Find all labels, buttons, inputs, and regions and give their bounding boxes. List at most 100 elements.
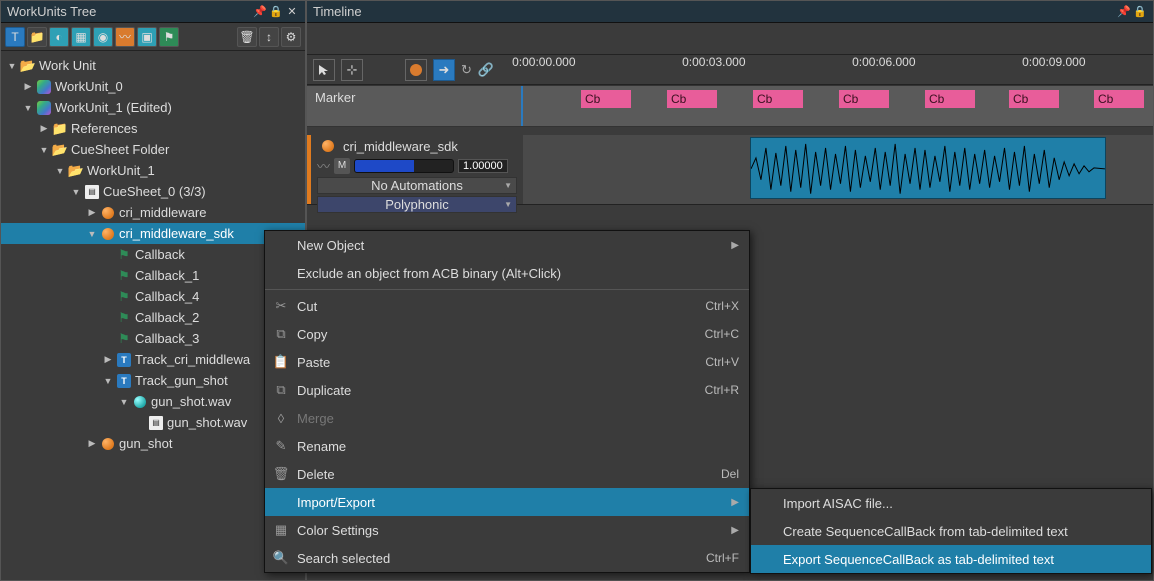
expand-toggle[interactable]: ▶ xyxy=(39,123,49,134)
tree-item[interactable]: ▼cri_middleware_sdk xyxy=(1,223,305,244)
audio-clip[interactable] xyxy=(750,137,1106,199)
menu-shortcut: Ctrl+F xyxy=(706,551,739,565)
menu-item[interactable]: Import/Export▶ xyxy=(265,488,749,516)
menu-item[interactable]: Create SequenceCallBack from tab-delimit… xyxy=(751,517,1151,545)
tool-icon-3[interactable]: ◉ xyxy=(93,27,113,47)
close-icon[interactable]: ✕ xyxy=(285,5,299,19)
mute-button[interactable]: M xyxy=(334,158,350,174)
auto-icon[interactable]: 〰 xyxy=(317,156,330,175)
expand-toggle[interactable]: ▼ xyxy=(39,145,49,155)
callback-marker[interactable]: Cb xyxy=(925,90,975,108)
callback-marker[interactable]: Cb xyxy=(839,90,889,108)
menu-item[interactable]: ⧉DuplicateCtrl+R xyxy=(265,376,749,404)
flag-tool-icon[interactable]: ⚑ xyxy=(159,27,179,47)
tree-item[interactable]: ▼📂WorkUnit_1 xyxy=(1,160,305,181)
play-button[interactable]: ➜ xyxy=(433,59,455,81)
expand-toggle[interactable]: ▶ xyxy=(23,81,33,92)
tree-item[interactable]: ⚑Callback xyxy=(1,244,305,265)
tree-item[interactable]: ⚑Callback_4 xyxy=(1,286,305,307)
loop-icon[interactable]: ↻ xyxy=(461,62,472,78)
callback-marker[interactable]: Cb xyxy=(753,90,803,108)
tree-item[interactable]: ▶TTrack_cri_middlewa xyxy=(1,349,305,370)
folder-tool-icon[interactable]: 📁 xyxy=(27,27,47,47)
tree-item[interactable]: ▼▤CueSheet_0 (3/3) xyxy=(1,181,305,202)
expand-toggle[interactable]: ▼ xyxy=(55,166,65,176)
menu-label: Import/Export xyxy=(297,495,723,510)
tree-item[interactable]: ▼TTrack_gun_shot xyxy=(1,370,305,391)
folder-icon: 📁 xyxy=(52,121,68,137)
menu-item[interactable]: Export SequenceCallBack as tab-delimited… xyxy=(751,545,1151,573)
sort-icon[interactable]: ↕ xyxy=(259,27,279,47)
menu-item[interactable]: ✂CutCtrl+X xyxy=(265,292,749,320)
expand-toggle[interactable]: ▼ xyxy=(87,229,97,239)
marker-lane[interactable]: Cb Cb Cb Cb Cb Cb Cb xyxy=(523,86,1153,126)
link-icon[interactable]: 🔗 xyxy=(478,62,494,78)
menu-item[interactable]: New Object▶ xyxy=(265,231,749,259)
expand-toggle[interactable]: ▶ xyxy=(103,354,113,365)
menu-icon: 🔍 xyxy=(273,550,289,566)
expand-toggle[interactable]: ▶ xyxy=(87,207,97,218)
lock-icon[interactable]: 🔒 xyxy=(1133,5,1147,19)
callback-marker[interactable]: Cb xyxy=(1009,90,1059,108)
tree-item[interactable]: ⚑Callback_2 xyxy=(1,307,305,328)
trash-icon[interactable]: 🗑 xyxy=(237,27,257,47)
menu-item[interactable]: Import AISAC file... xyxy=(751,489,1151,517)
automation-dropdown[interactable]: No Automations▼ xyxy=(317,177,517,194)
timeline-overview[interactable] xyxy=(307,23,1153,55)
menu-item[interactable]: 🔍Search selectedCtrl+F xyxy=(265,544,749,572)
menu-item[interactable]: ▦Color Settings▶ xyxy=(265,516,749,544)
folder-open-icon: 📂 xyxy=(68,163,84,179)
menu-item[interactable]: 🗑DeleteDel xyxy=(265,460,749,488)
callback-marker[interactable]: Cb xyxy=(581,90,631,108)
expand-toggle[interactable]: ▼ xyxy=(71,187,81,197)
tree-item[interactable]: ▼📂CueSheet Folder xyxy=(1,139,305,160)
tree-item[interactable]: ▶gun_shot xyxy=(1,433,305,454)
volume-slider[interactable] xyxy=(354,159,454,173)
expand-toggle[interactable]: ▼ xyxy=(23,103,33,113)
tree-item-label: cri_middleware xyxy=(119,205,206,220)
tree-item[interactable]: ▤gun_shot.wav xyxy=(1,412,305,433)
tool-icon-2[interactable]: ▦ xyxy=(71,27,91,47)
context-menu[interactable]: New Object▶Exclude an object from ACB bi… xyxy=(264,230,750,573)
tree-item[interactable]: ⚑Callback_1 xyxy=(1,265,305,286)
menu-item[interactable]: ✎Rename xyxy=(265,432,749,460)
callback-marker[interactable]: Cb xyxy=(667,90,717,108)
tree-item-label: Track_cri_middlewa xyxy=(135,352,250,367)
tree-item-label: gun_shot.wav xyxy=(151,394,231,409)
pointer-tool[interactable] xyxy=(313,59,335,81)
expand-toggle[interactable]: ▶ xyxy=(87,438,97,449)
tree-item[interactable]: ▼WorkUnit_1 (Edited) xyxy=(1,97,305,118)
file-icon: ▤ xyxy=(84,184,100,200)
volume-value[interactable]: 1.00000 xyxy=(458,159,508,173)
track-name: cri_middleware_sdk xyxy=(343,139,458,154)
menu-item[interactable]: Exclude an object from ACB binary (Alt+C… xyxy=(265,259,749,287)
tree-item[interactable]: ▼ gun_shot.wav xyxy=(1,391,305,412)
expand-toggle[interactable]: ▼ xyxy=(103,376,113,386)
submenu-import-export[interactable]: Import AISAC file...Create SequenceCallB… xyxy=(750,488,1152,574)
tree-item[interactable]: ⚑Callback_3 xyxy=(1,328,305,349)
record-button[interactable] xyxy=(405,59,427,81)
tree-item[interactable]: ▶WorkUnit_0 xyxy=(1,76,305,97)
gear-icon[interactable]: ⚙ xyxy=(281,27,301,47)
tree-item[interactable]: ▶📁References xyxy=(1,118,305,139)
text-tool-icon[interactable]: T xyxy=(5,27,25,47)
track-lane[interactable] xyxy=(523,135,1153,204)
tool-icon-4[interactable]: 〰 xyxy=(115,27,135,47)
expand-toggle[interactable]: ▼ xyxy=(7,61,17,71)
lock-icon[interactable]: 🔒 xyxy=(269,5,283,19)
menu-item[interactable]: ⧉CopyCtrl+C xyxy=(265,320,749,348)
workunits-tree[interactable]: ▼📂Work Unit▶WorkUnit_0▼WorkUnit_1 (Edite… xyxy=(1,51,305,580)
tool-icon-1[interactable]: ◐ xyxy=(49,27,69,47)
tree-item[interactable]: ▶ cri_middleware xyxy=(1,202,305,223)
menu-item[interactable]: 📋PasteCtrl+V xyxy=(265,348,749,376)
tool-icon-5[interactable]: ▣ xyxy=(137,27,157,47)
tree-item-label: Callback xyxy=(135,247,185,262)
pin-icon[interactable]: 📌 xyxy=(1117,5,1131,19)
tree-item[interactable]: ▼📂Work Unit xyxy=(1,55,305,76)
callback-marker[interactable]: Cb xyxy=(1094,90,1144,108)
expand-toggle[interactable]: ▼ xyxy=(119,397,129,407)
menu-label: Paste xyxy=(297,355,697,370)
voice-dropdown[interactable]: Polyphonic▼ xyxy=(317,196,517,213)
select-tool[interactable]: ⊹ xyxy=(341,59,363,81)
pin-icon[interactable]: 📌 xyxy=(253,5,267,19)
